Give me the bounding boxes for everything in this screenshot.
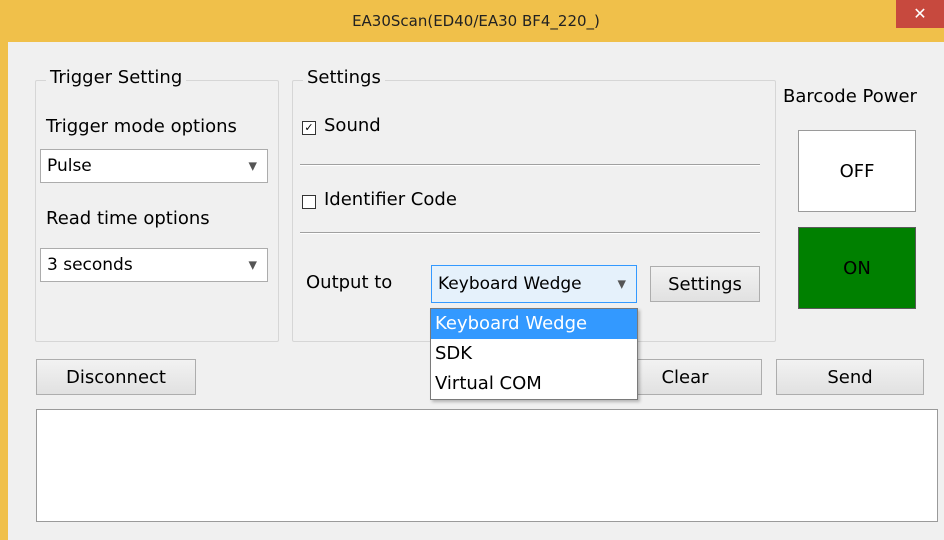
- trigger-mode-select[interactable]: Pulse ▼: [40, 149, 268, 183]
- disconnect-button[interactable]: Disconnect: [36, 359, 196, 395]
- identifier-code-label: Identifier Code: [324, 189, 457, 210]
- send-button[interactable]: Send: [776, 359, 924, 395]
- read-time-select[interactable]: 3 seconds ▼: [40, 248, 268, 282]
- dropdown-option-virtual-com[interactable]: Virtual COM: [431, 369, 637, 399]
- barcode-power-title: Barcode Power: [783, 86, 917, 107]
- output-settings-button[interactable]: Settings: [650, 266, 760, 302]
- chevron-down-icon: ▼: [248, 159, 257, 173]
- window-title: EA30Scan(ED40/EA30 BF4_220_): [352, 12, 600, 30]
- chevron-down-icon: ▼: [248, 258, 257, 272]
- trigger-mode-value: Pulse: [47, 156, 92, 176]
- settings-divider: [300, 232, 760, 234]
- close-icon: ✕: [913, 4, 927, 23]
- chevron-down-icon: ▼: [617, 277, 626, 291]
- client-area: Trigger Setting Trigger mode options Pul…: [8, 42, 944, 540]
- close-button[interactable]: ✕: [896, 0, 944, 28]
- sound-label: Sound: [324, 115, 381, 136]
- sound-checkbox[interactable]: ✓: [302, 121, 316, 135]
- scanner-window: EA30Scan(ED40/EA30 BF4_220_) ✕ Trigger S…: [8, 0, 944, 540]
- output-to-dropdown-list: Keyboard Wedge SDK Virtual COM: [430, 308, 638, 400]
- output-textarea[interactable]: [36, 409, 938, 522]
- trigger-mode-label: Trigger mode options: [46, 116, 237, 137]
- dropdown-option-sdk[interactable]: SDK: [431, 339, 637, 369]
- read-time-value: 3 seconds: [47, 255, 133, 275]
- output-to-value: Keyboard Wedge: [438, 274, 582, 294]
- output-to-label: Output to: [306, 272, 393, 293]
- settings-title: Settings: [303, 67, 385, 88]
- identifier-code-checkbox[interactable]: [302, 195, 316, 209]
- check-icon: ✓: [304, 121, 314, 134]
- trigger-setting-title: Trigger Setting: [46, 67, 187, 88]
- title-bar: EA30Scan(ED40/EA30 BF4_220_) ✕: [8, 0, 944, 42]
- barcode-power-off-button[interactable]: OFF: [798, 130, 916, 212]
- dropdown-option-keyboard-wedge[interactable]: Keyboard Wedge: [431, 309, 637, 339]
- output-to-select[interactable]: Keyboard Wedge ▼: [431, 265, 637, 303]
- settings-divider: [300, 164, 760, 166]
- barcode-power-on-button[interactable]: ON: [798, 227, 916, 309]
- read-time-label: Read time options: [46, 208, 210, 229]
